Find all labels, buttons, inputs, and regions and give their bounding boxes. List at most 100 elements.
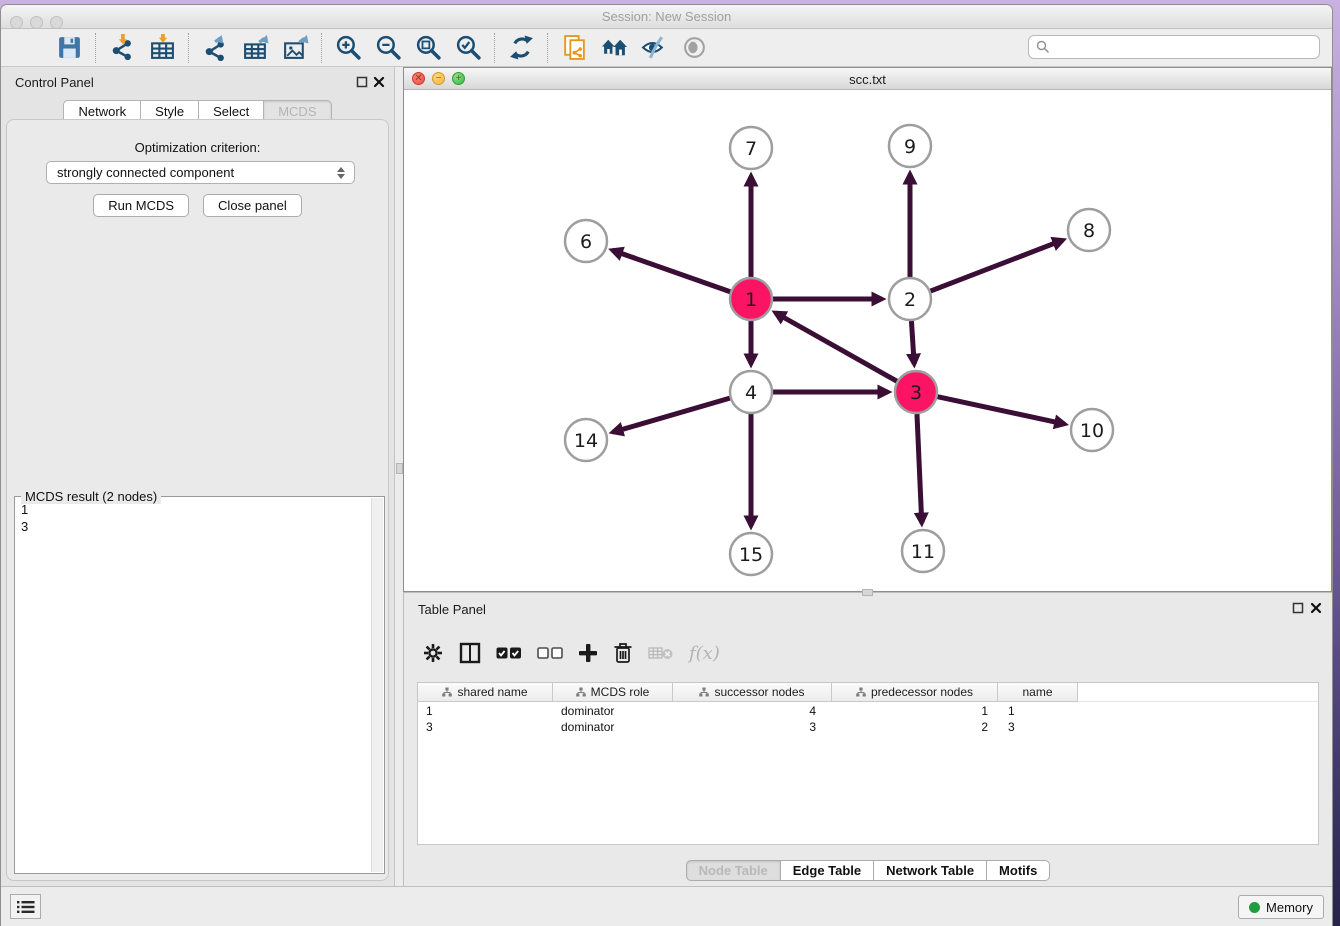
- column-type-icon: [442, 687, 452, 697]
- graph-node-label: 6: [580, 231, 592, 253]
- function-builder-button[interactable]: f(x): [689, 637, 720, 669]
- zoom-selected-icon: [455, 34, 482, 61]
- attribute-settings-button[interactable]: [422, 637, 444, 669]
- import-table-button[interactable]: [142, 31, 182, 65]
- add-row-button[interactable]: [578, 637, 598, 669]
- mcds-result-text[interactable]: 1 3: [17, 499, 370, 871]
- hide-graphics-details-button[interactable]: [634, 31, 674, 65]
- column-label: shared name: [457, 685, 527, 699]
- app-titlebar: Session: New Session: [1, 5, 1332, 29]
- tab-network-table[interactable]: Network Table: [874, 860, 987, 881]
- graph-edge-4-14[interactable]: [613, 398, 730, 432]
- save-session-button[interactable]: [49, 31, 89, 65]
- select-all-icon: [496, 646, 522, 660]
- table-cell[interactable]: 3: [673, 720, 832, 736]
- memory-status-icon: [1249, 902, 1260, 913]
- zoom-selected-button[interactable]: [448, 31, 488, 65]
- memory-label: Memory: [1266, 900, 1313, 915]
- column-header-name[interactable]: name: [998, 683, 1078, 702]
- graph-edge-2-8[interactable]: [931, 240, 1063, 291]
- memory-button[interactable]: Memory: [1238, 895, 1324, 919]
- table-cell[interactable]: 2: [832, 720, 998, 736]
- close-panel-icon[interactable]: [373, 76, 385, 88]
- refresh-view-button[interactable]: [501, 31, 541, 65]
- tab-node-table[interactable]: Node Table: [686, 860, 781, 881]
- vertical-splitter-grip[interactable]: [396, 463, 403, 474]
- table-cell[interactable]: dominator: [553, 720, 673, 736]
- export-network-button[interactable]: [195, 31, 235, 65]
- control-panel-title: Control Panel: [15, 75, 94, 90]
- export-image-button[interactable]: [275, 31, 315, 65]
- select-stepper-icon: [333, 167, 349, 179]
- zoom-fit-button[interactable]: [408, 31, 448, 65]
- eye-disabled-icon: [681, 34, 708, 61]
- table-panel-tabs: Node Table Edge Table Network Table Moti…: [404, 860, 1332, 881]
- column-layout-button[interactable]: [459, 637, 481, 669]
- horizontal-splitter-grip[interactable]: [862, 589, 873, 596]
- copy-network-button[interactable]: [554, 31, 594, 65]
- column-header-mcds-role[interactable]: MCDS role: [553, 683, 673, 702]
- column-label: predecessor nodes: [871, 685, 973, 699]
- node-table: shared name MCDS role successor nodes pr…: [417, 682, 1319, 845]
- home-view-button[interactable]: [594, 31, 634, 65]
- trash-icon: [613, 642, 633, 664]
- result-scrollbar[interactable]: [371, 498, 383, 872]
- network-graph[interactable]: 7968124314101511: [404, 90, 1331, 591]
- deselect-all-button[interactable]: [537, 637, 563, 669]
- table-cell[interactable]: 4: [673, 704, 832, 720]
- export-table-button[interactable]: [235, 31, 275, 65]
- tab-motifs[interactable]: Motifs: [987, 860, 1050, 881]
- graph-edge-3-1[interactable]: [775, 313, 896, 381]
- criterion-select[interactable]: strongly connected component: [46, 161, 355, 184]
- network-window: ✕ − + scc.txt 7968124314101511: [403, 67, 1332, 592]
- delete-table-button[interactable]: [648, 637, 674, 669]
- column-header-predecessor-nodes[interactable]: predecessor nodes: [832, 683, 998, 702]
- table-cell[interactable]: 1: [998, 704, 1078, 720]
- table-panel: Table Panel: [403, 592, 1332, 887]
- float-panel-icon[interactable]: [1292, 602, 1304, 614]
- task-history-button[interactable]: [10, 894, 41, 919]
- table-cell[interactable]: 3: [418, 720, 553, 736]
- toolbar-separator: [494, 33, 495, 63]
- graph-edge-3-11[interactable]: [917, 414, 922, 523]
- column-header-successor-nodes[interactable]: successor nodes: [673, 683, 832, 702]
- open-session-button[interactable]: [9, 31, 49, 65]
- zoom-in-button[interactable]: [328, 31, 368, 65]
- search-icon: [1036, 40, 1050, 54]
- graph-node-label: 9: [904, 136, 916, 158]
- table-toolbar: f(x): [422, 633, 720, 673]
- list-icon: [17, 900, 35, 914]
- table-cell[interactable]: 1: [418, 704, 553, 720]
- import-network-button[interactable]: [102, 31, 142, 65]
- export-network-icon: [202, 34, 229, 61]
- show-graphics-details-button[interactable]: [674, 31, 714, 65]
- graph-node-label: 11: [911, 541, 935, 563]
- network-canvas[interactable]: 7968124314101511: [404, 90, 1331, 591]
- table-cell[interactable]: 3: [998, 720, 1078, 736]
- table-header-filler: [1078, 683, 1318, 702]
- select-all-button[interactable]: [496, 637, 522, 669]
- run-mcds-button[interactable]: Run MCDS: [93, 194, 189, 217]
- column-header-shared-name[interactable]: shared name: [418, 683, 553, 702]
- tab-edge-table[interactable]: Edge Table: [781, 860, 874, 881]
- zoom-out-button[interactable]: [368, 31, 408, 65]
- table-row[interactable]: 1dominator411: [418, 704, 1318, 720]
- graph-node-label: 14: [574, 430, 598, 452]
- table-cell[interactable]: dominator: [553, 704, 673, 720]
- graph-node-label: 10: [1080, 420, 1104, 442]
- graph-edge-3-10[interactable]: [938, 397, 1065, 424]
- search-input[interactable]: [1054, 37, 1319, 57]
- copy-network-icon: [561, 34, 588, 61]
- float-panel-icon[interactable]: [356, 76, 368, 88]
- graph-edge-2-3[interactable]: [911, 321, 914, 364]
- export-table-icon: [242, 34, 269, 61]
- table-row[interactable]: 3dominator323: [418, 720, 1318, 736]
- table-cell[interactable]: 1: [832, 704, 998, 720]
- delete-row-button[interactable]: [613, 637, 633, 669]
- save-icon: [56, 34, 83, 61]
- eye-slash-icon: [641, 34, 668, 61]
- graph-edge-1-6[interactable]: [612, 250, 730, 291]
- column-type-icon: [856, 687, 866, 697]
- close-panel-button[interactable]: Close panel: [203, 194, 302, 217]
- close-panel-icon[interactable]: [1310, 602, 1322, 614]
